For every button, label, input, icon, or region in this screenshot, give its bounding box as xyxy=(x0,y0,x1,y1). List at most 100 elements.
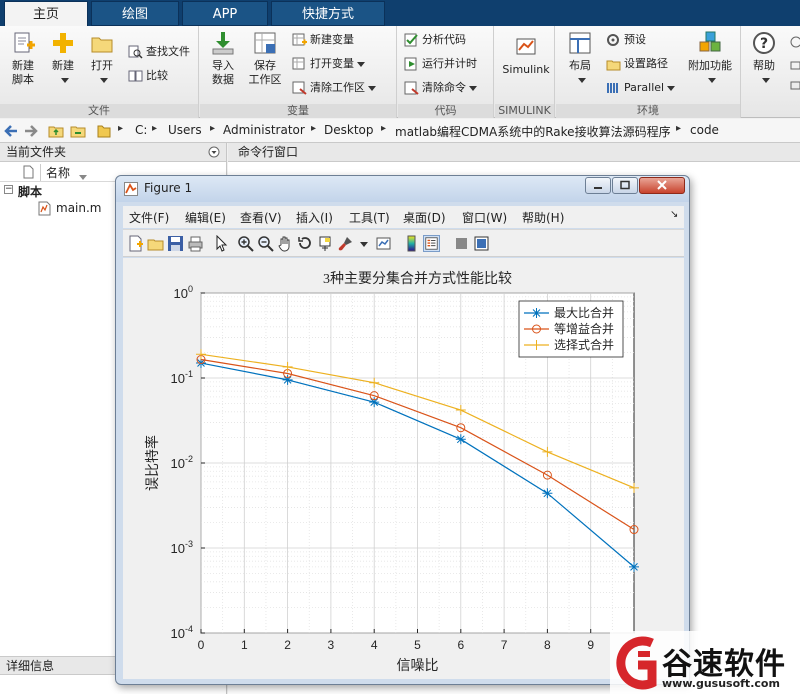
breadcrumb-administrator[interactable]: Administrator xyxy=(223,123,305,137)
clear-workspace-dropdown-icon[interactable] xyxy=(368,85,376,91)
print-icon[interactable] xyxy=(187,235,204,252)
breadcrumb-users[interactable]: Users xyxy=(168,123,202,137)
link-plot-icon[interactable] xyxy=(375,235,392,252)
legend-entry-label: 最大比合并 xyxy=(554,305,614,320)
simulink-button[interactable]: Simulink xyxy=(501,34,551,77)
menu-desktop[interactable]: 桌面(D) xyxy=(403,209,446,226)
legend[interactable]: 最大比合并等增益合并选择式合并 xyxy=(518,300,624,358)
open-label: 打开 xyxy=(91,59,113,72)
set-path-label: 设置路径 xyxy=(624,57,668,70)
new-label: 新建 xyxy=(52,59,74,72)
open-dropdown-arrow-icon[interactable] xyxy=(99,77,108,83)
breadcrumb-project-folder[interactable]: matlab编程CDMA系统中的Rake接收算法源码程序 xyxy=(395,123,671,140)
help-question-icon: ? xyxy=(753,32,775,54)
menu-edit[interactable]: 编辑(E) xyxy=(185,209,226,226)
menu-file[interactable]: 文件(F) xyxy=(129,209,169,226)
parallel-button[interactable]: Parallel xyxy=(606,79,676,97)
clear-workspace-button[interactable]: 清除工作区 xyxy=(292,79,376,97)
analyze-code-button[interactable]: 分析代码 xyxy=(404,31,466,49)
svg-text:?: ? xyxy=(760,36,768,52)
pointer-icon[interactable] xyxy=(213,235,230,252)
hide-plot-tools-icon[interactable] xyxy=(453,235,470,252)
tab-plots[interactable]: 绘图 xyxy=(91,1,179,26)
x-tick-label: 5 xyxy=(414,638,421,652)
clear-commands-button[interactable]: 清除命令 xyxy=(404,79,477,97)
menu-dock-arrow-icon[interactable]: ↘ xyxy=(670,209,678,220)
breadcrumb-drive[interactable]: C: xyxy=(135,123,147,137)
new-plus-icon xyxy=(53,33,73,53)
minimize-button[interactable] xyxy=(585,177,611,194)
ribbon-tab-bar: 主页 绘图 APP 快捷方式 xyxy=(0,0,800,27)
new-script-button[interactable]: 新建 脚本 xyxy=(4,30,42,87)
tab-apps[interactable]: APP xyxy=(182,1,268,26)
menu-insert[interactable]: 插入(I) xyxy=(296,209,333,226)
menu-view[interactable]: 查看(V) xyxy=(240,209,282,226)
new-figure-icon[interactable] xyxy=(127,235,144,252)
layout-dropdown-icon[interactable] xyxy=(577,77,586,83)
menu-help[interactable]: 帮助(H) xyxy=(522,209,564,226)
tab-home[interactable]: 主页 xyxy=(4,1,88,27)
up-folder-icon[interactable] xyxy=(48,123,64,138)
import-data-button[interactable]: 导入 数据 xyxy=(204,30,242,87)
menu-tools[interactable]: 工具(T) xyxy=(349,209,390,226)
figure-title-bar[interactable]: Figure 1 xyxy=(116,176,689,202)
section-environment-label: 环境 xyxy=(556,104,740,118)
zoom-in-icon[interactable] xyxy=(237,235,254,252)
compare-button[interactable]: 比较 xyxy=(128,67,168,85)
path-separator-icon: ▸ xyxy=(676,123,682,134)
open-file-icon[interactable] xyxy=(147,235,164,252)
open-button[interactable]: 打开 xyxy=(84,30,120,87)
column-header-name[interactable]: 名称 xyxy=(40,164,70,181)
community-icon[interactable] xyxy=(788,34,800,94)
open-variable-dropdown-icon[interactable] xyxy=(357,61,365,67)
breadcrumb-code[interactable]: code xyxy=(690,123,719,137)
new-variable-button[interactable]: 新建变量 xyxy=(292,31,354,49)
forward-arrow-icon[interactable] xyxy=(24,124,38,138)
zoom-out-icon[interactable] xyxy=(257,235,274,252)
back-arrow-icon[interactable] xyxy=(4,124,18,138)
new-variable-label: 新建变量 xyxy=(310,33,354,46)
tab-shortcuts[interactable]: 快捷方式 xyxy=(271,1,385,26)
figure-canvas: 0 1 2 3 4 5 6 7 8 9 100 10-1 10-2 10-3 10-4 3种主要分集合并方式… xyxy=(123,258,684,679)
figure-title: Figure 1 xyxy=(144,181,193,195)
simulink-icon xyxy=(516,38,536,55)
new-button[interactable]: 新建 xyxy=(44,30,82,87)
parallel-dropdown-icon[interactable] xyxy=(667,85,676,91)
layout-button[interactable]: 布局 xyxy=(562,30,598,87)
new-dropdown-arrow-icon[interactable] xyxy=(60,77,69,83)
addons-dropdown-icon[interactable] xyxy=(707,77,716,83)
colorbar-icon[interactable] xyxy=(403,235,420,252)
open-variable-button[interactable]: 打开变量 xyxy=(292,55,365,73)
brush-dropdown-icon[interactable] xyxy=(360,242,368,247)
y-tick-label: 10-3 xyxy=(171,539,193,556)
addons-button[interactable]: 附加功能 xyxy=(684,30,736,87)
x-tick-label: 4 xyxy=(371,638,378,652)
maximize-button[interactable] xyxy=(612,177,638,194)
save-workspace-button[interactable]: 保存 工作区 xyxy=(244,30,286,87)
legend-icon[interactable] xyxy=(423,235,440,252)
figure-menu-bar: 文件(F) 编辑(E) 查看(V) 插入(I) 工具(T) 桌面(D) 窗口(W… xyxy=(123,206,684,228)
preferences-button[interactable]: 预设 xyxy=(606,31,646,49)
show-plot-tools-icon[interactable] xyxy=(473,235,490,252)
find-files-button[interactable]: 查找文件 xyxy=(128,43,190,61)
data-cursor-icon[interactable] xyxy=(317,235,334,252)
breadcrumb-desktop[interactable]: Desktop xyxy=(324,123,374,137)
panel-menu-icon[interactable] xyxy=(208,146,220,158)
section-environment: 布局 预设 设置路径 Parallel 附加功能 环境 xyxy=(556,26,741,118)
set-path-button[interactable]: 设置路径 xyxy=(606,55,668,73)
browse-folder-icon[interactable] xyxy=(70,123,86,138)
plot-svg[interactable]: 0 1 2 3 4 5 6 7 8 9 100 10-1 10-2 10-3 10-4 3种主要分集合并方式… xyxy=(123,258,684,679)
help-dropdown-icon[interactable] xyxy=(761,77,770,83)
section-code-label: 代码 xyxy=(398,104,493,118)
collapse-toggle-icon[interactable]: − xyxy=(4,185,13,194)
menu-window[interactable]: 窗口(W) xyxy=(462,209,507,226)
close-button[interactable] xyxy=(639,177,685,194)
help-button[interactable]: ? 帮助 xyxy=(746,30,782,87)
clear-commands-dropdown-icon[interactable] xyxy=(469,85,477,91)
brush-icon[interactable] xyxy=(337,235,354,252)
save-icon[interactable] xyxy=(167,235,184,252)
pan-hand-icon[interactable] xyxy=(277,235,294,252)
run-and-time-button[interactable]: 运行并计时 xyxy=(404,55,477,73)
rotate-3d-icon[interactable] xyxy=(297,235,314,252)
section-file: 新建 脚本 新建 打开 查找文件 比较 文件 xyxy=(0,26,199,118)
